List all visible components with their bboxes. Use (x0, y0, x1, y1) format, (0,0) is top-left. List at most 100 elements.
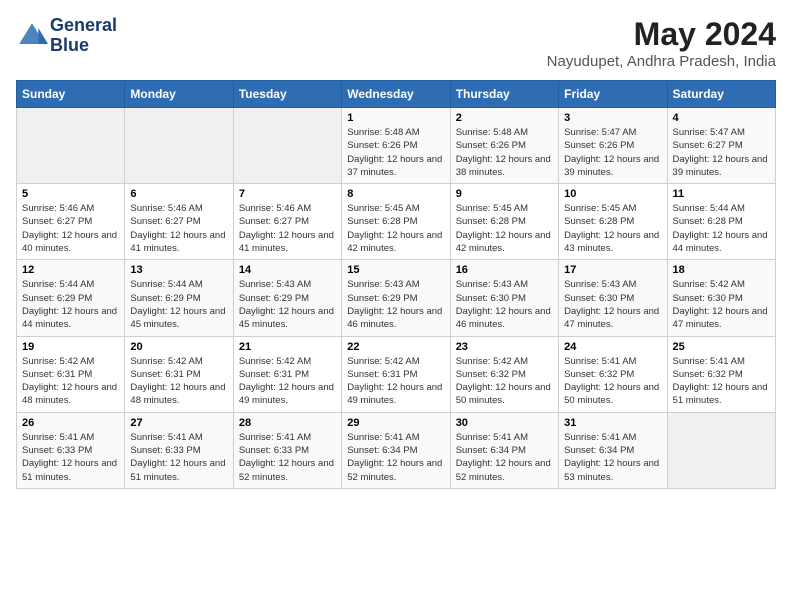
day-info: Sunrise: 5:41 AM (347, 431, 444, 444)
day-info: Daylight: 12 hours and 48 minutes. (22, 381, 119, 408)
day-info: Sunset: 6:28 PM (456, 215, 553, 228)
day-info: Sunrise: 5:42 AM (456, 355, 553, 368)
day-info: Sunrise: 5:44 AM (22, 278, 119, 291)
calendar-cell: 18Sunrise: 5:42 AMSunset: 6:30 PMDayligh… (667, 260, 775, 336)
day-info: Sunset: 6:29 PM (239, 292, 336, 305)
week-row-2: 5 Sunrise: 5:46 AM Sunset: 6:27 PM Daylight… (17, 184, 776, 260)
day-info: Sunset: 6:33 PM (22, 444, 119, 457)
day-info: Sunrise: 5:44 AM (130, 278, 227, 291)
calendar-cell: 22Sunrise: 5:42 AMSunset: 6:31 PMDayligh… (342, 336, 450, 412)
day-info: Daylight: 12 hours and 51 minutes. (130, 457, 227, 484)
day-info: Daylight: 12 hours and 47 minutes. (564, 305, 661, 332)
calendar-cell: 21Sunrise: 5:42 AMSunset: 6:31 PMDayligh… (233, 336, 341, 412)
day-info: Sunrise: 5:46 AM (130, 202, 227, 215)
calendar-cell: 14Sunrise: 5:43 AMSunset: 6:29 PMDayligh… (233, 260, 341, 336)
day-info: Sunset: 6:31 PM (347, 368, 444, 381)
day-info: Daylight: 12 hours and 51 minutes. (673, 381, 770, 408)
day-info: Sunrise: 5:48 AM (347, 126, 444, 139)
day-number: 14 (239, 264, 336, 276)
day-info: Daylight: 12 hours and 53 minutes. (564, 457, 661, 484)
day-info: Sunrise: 5:42 AM (347, 355, 444, 368)
calendar-cell: 8Sunrise: 5:45 AMSunset: 6:28 PMDaylight… (342, 184, 450, 260)
calendar-header: SundayMondayTuesdayWednesdayThursdayFrid… (17, 81, 776, 108)
day-info: Sunrise: 5:43 AM (347, 278, 444, 291)
day-header-monday: Monday (125, 81, 233, 108)
day-number: 19 (22, 341, 119, 353)
calendar-table: SundayMondayTuesdayWednesdayThursdayFrid… (16, 80, 776, 489)
day-info: Sunset: 6:34 PM (564, 444, 661, 457)
day-info: Daylight: 12 hours and 38 minutes. (456, 153, 553, 180)
day-info: Sunset: 6:33 PM (239, 444, 336, 457)
calendar-cell: 13Sunrise: 5:44 AMSunset: 6:29 PMDayligh… (125, 260, 233, 336)
day-info: Sunset: 6:26 PM (347, 139, 444, 152)
day-info: Sunset: 6:28 PM (347, 215, 444, 228)
day-info: Daylight: 12 hours and 41 minutes. (130, 229, 227, 256)
day-info: Sunset: 6:32 PM (564, 368, 661, 381)
day-info: Sunset: 6:29 PM (347, 292, 444, 305)
day-info: Sunset: 6:34 PM (347, 444, 444, 457)
day-info: Daylight: 12 hours and 48 minutes. (130, 381, 227, 408)
day-info: Sunset: 6:27 PM (239, 215, 336, 228)
day-info: Sunset: 6:32 PM (456, 368, 553, 381)
day-number: 15 (347, 264, 444, 276)
day-info: Daylight: 12 hours and 47 minutes. (673, 305, 770, 332)
day-number: 29 (347, 417, 444, 429)
day-info: Daylight: 12 hours and 45 minutes. (130, 305, 227, 332)
day-header-thursday: Thursday (450, 81, 558, 108)
calendar-cell: 28Sunrise: 5:41 AMSunset: 6:33 PMDayligh… (233, 412, 341, 488)
calendar-cell (17, 108, 125, 184)
day-info: Sunset: 6:33 PM (130, 444, 227, 457)
day-number: 12 (22, 264, 119, 276)
day-number: 4 (673, 112, 770, 124)
day-number: 9 (456, 188, 553, 200)
day-number: 25 (673, 341, 770, 353)
calendar-cell: 27Sunrise: 5:41 AMSunset: 6:33 PMDayligh… (125, 412, 233, 488)
calendar-cell: 17Sunrise: 5:43 AMSunset: 6:30 PMDayligh… (559, 260, 667, 336)
subtitle: Nayudupet, Andhra Pradesh, India (547, 53, 776, 70)
day-info: Sunrise: 5:41 AM (130, 431, 227, 444)
day-info: Daylight: 12 hours and 49 minutes. (347, 381, 444, 408)
day-number: 20 (130, 341, 227, 353)
day-info: Sunset: 6:29 PM (22, 292, 119, 305)
day-info: Sunset: 6:27 PM (22, 215, 119, 228)
day-number: 17 (564, 264, 661, 276)
day-number: 6 (130, 188, 227, 200)
day-info: Daylight: 12 hours and 49 minutes. (239, 381, 336, 408)
day-info: Sunset: 6:31 PM (22, 368, 119, 381)
day-info: Sunrise: 5:44 AM (673, 202, 770, 215)
day-info: Daylight: 12 hours and 51 minutes. (22, 457, 119, 484)
day-info: Sunset: 6:30 PM (564, 292, 661, 305)
calendar-cell: 2Sunrise: 5:48 AMSunset: 6:26 PMDaylight… (450, 108, 558, 184)
day-info: Sunset: 6:30 PM (673, 292, 770, 305)
day-info: Sunset: 6:31 PM (130, 368, 227, 381)
day-number: 5 (22, 188, 119, 200)
day-number: 3 (564, 112, 661, 124)
logo-text: General Blue (50, 16, 117, 56)
calendar-cell: 16Sunrise: 5:43 AMSunset: 6:30 PMDayligh… (450, 260, 558, 336)
day-info: Sunrise: 5:45 AM (456, 202, 553, 215)
day-info: Daylight: 12 hours and 52 minutes. (239, 457, 336, 484)
day-info: Sunrise: 5:43 AM (239, 278, 336, 291)
calendar-cell: 3Sunrise: 5:47 AMSunset: 6:26 PMDaylight… (559, 108, 667, 184)
day-info: Sunrise: 5:43 AM (456, 278, 553, 291)
day-info: Daylight: 12 hours and 52 minutes. (347, 457, 444, 484)
week-row-1: 1Sunrise: 5:48 AMSunset: 6:26 PMDaylight… (17, 108, 776, 184)
calendar-cell (125, 108, 233, 184)
day-info: Daylight: 12 hours and 37 minutes. (347, 153, 444, 180)
day-info: Sunset: 6:26 PM (564, 139, 661, 152)
calendar-cell: 6Sunrise: 5:46 AMSunset: 6:27 PMDaylight… (125, 184, 233, 260)
day-info: Sunrise: 5:41 AM (239, 431, 336, 444)
calendar-cell: 10Sunrise: 5:45 AMSunset: 6:28 PMDayligh… (559, 184, 667, 260)
day-info: Sunset: 6:26 PM (456, 139, 553, 152)
logo-icon (16, 20, 48, 52)
calendar-cell: 15Sunrise: 5:43 AMSunset: 6:29 PMDayligh… (342, 260, 450, 336)
day-info: Sunrise: 5:41 AM (22, 431, 119, 444)
day-header-tuesday: Tuesday (233, 81, 341, 108)
days-of-week-row: SundayMondayTuesdayWednesdayThursdayFrid… (17, 81, 776, 108)
day-info: Sunset: 6:32 PM (673, 368, 770, 381)
day-info: Sunrise: 5:45 AM (564, 202, 661, 215)
logo-line1: General (50, 16, 117, 36)
week-row-5: 26Sunrise: 5:41 AMSunset: 6:33 PMDayligh… (17, 412, 776, 488)
day-info: Sunset: 6:28 PM (673, 215, 770, 228)
day-info: Sunset: 6:31 PM (239, 368, 336, 381)
